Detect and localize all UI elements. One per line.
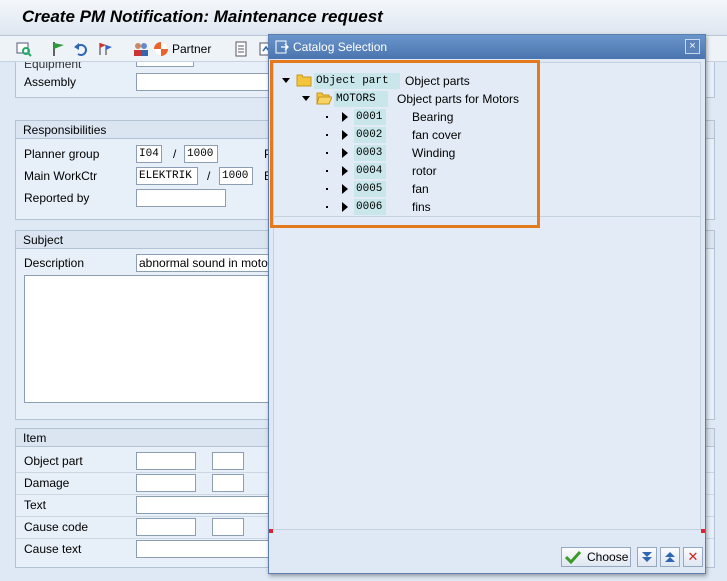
- planner-group-field[interactable]: I04: [136, 145, 162, 163]
- partner-button-label: Partner: [172, 42, 212, 56]
- reported-by-field[interactable]: [136, 189, 226, 207]
- expand-all-button[interactable]: [637, 547, 657, 567]
- object-part-group-field[interactable]: [136, 452, 196, 470]
- reported-by-label: Reported by: [24, 191, 90, 205]
- damage-code-field[interactable]: [212, 474, 244, 492]
- separator: /: [207, 169, 211, 183]
- highlight-box: [270, 60, 540, 228]
- text-label: Text: [24, 498, 47, 512]
- expand-all-icon: [642, 552, 652, 562]
- undo-icon: [74, 43, 87, 56]
- checkmark-icon: [565, 550, 581, 564]
- selection-icon: [275, 40, 289, 54]
- choose-button[interactable]: Choose: [561, 547, 631, 567]
- main-workctr-plant-field[interactable]: 1000: [219, 167, 253, 185]
- dialog-title-bar: Catalog Selection ×: [269, 35, 705, 59]
- display-change-icon: [16, 42, 32, 57]
- cancel-button[interactable]: ✕: [683, 547, 703, 567]
- document-icon: [235, 41, 247, 57]
- main-workctr-field[interactable]: ELEKTRIK: [136, 167, 198, 185]
- dialog-title: Catalog Selection: [293, 40, 388, 54]
- cause-code-label: Cause code: [24, 520, 89, 534]
- flags-icon: [99, 43, 112, 55]
- window-title: Create PM Notification: Maintenance requ…: [22, 7, 383, 26]
- undo-button[interactable]: [73, 40, 89, 58]
- close-button[interactable]: ×: [685, 39, 700, 54]
- damage-group-field[interactable]: [136, 474, 196, 492]
- cause-group-field[interactable]: [136, 518, 196, 536]
- activities-button[interactable]: [51, 40, 67, 58]
- equipment-field[interactable]: [136, 62, 194, 67]
- close-icon: ×: [689, 40, 696, 52]
- separator: /: [173, 147, 177, 161]
- window-title-bar: Create PM Notification: Maintenance requ…: [0, 0, 727, 36]
- cancel-icon: ✕: [687, 549, 699, 565]
- equipment-label: Equipment: [24, 62, 82, 71]
- flag-icon: [53, 42, 64, 56]
- main-workctr-label: Main WorkCtr: [24, 169, 98, 183]
- planner-group-label: Planner group: [24, 147, 100, 161]
- collapse-all-icon: [665, 552, 675, 562]
- display-change-button[interactable]: [16, 40, 32, 58]
- dialog-footer: Choose ✕: [269, 545, 705, 573]
- users-icon: [134, 43, 148, 56]
- collapse-all-button[interactable]: [660, 547, 680, 567]
- resize-marker: [269, 529, 273, 533]
- object-part-code-field[interactable]: [212, 452, 244, 470]
- partner-icon: [154, 42, 168, 56]
- planner-plant-field[interactable]: 1000: [184, 145, 218, 163]
- document-button[interactable]: [233, 40, 249, 58]
- cause-code-field[interactable]: [212, 518, 244, 536]
- resize-marker: [701, 529, 705, 533]
- cause-text-label: Cause text: [24, 542, 82, 556]
- object-part-label: Object part: [24, 454, 83, 468]
- damage-label: Damage: [24, 476, 70, 490]
- partner-button[interactable]: Partner: [133, 40, 211, 58]
- assembly-label: Assembly: [24, 75, 77, 89]
- action-log-button[interactable]: [97, 40, 113, 58]
- description-label: Description: [24, 256, 85, 270]
- choose-button-label: Choose: [587, 550, 629, 564]
